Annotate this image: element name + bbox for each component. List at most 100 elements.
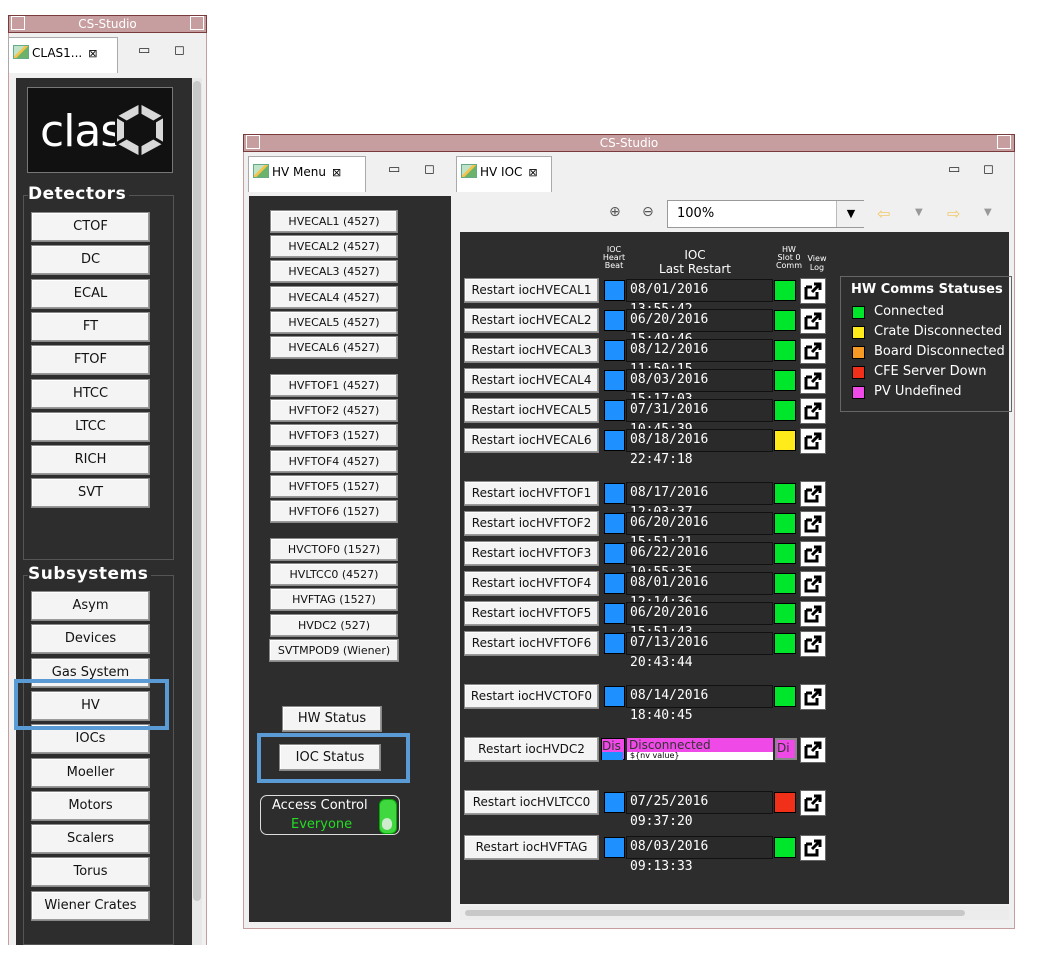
detector-button-ftof[interactable]: FTOF bbox=[31, 345, 150, 376]
hv-button-hvecal2[interactable]: HVECAL2 (4527) bbox=[270, 235, 398, 259]
view-log-button[interactable] bbox=[800, 481, 826, 507]
view-log-button[interactable] bbox=[800, 338, 826, 364]
tab-hv-menu[interactable]: HV Menu ⊠ bbox=[248, 156, 366, 192]
hv-button-hvdc2[interactable]: HVDC2 (527) bbox=[270, 613, 398, 637]
detector-button-ctof[interactable]: CTOF bbox=[31, 212, 150, 242]
detector-button-htcc[interactable]: HTCC bbox=[31, 378, 150, 409]
view-log-button[interactable] bbox=[800, 684, 826, 710]
tab-hv-ioc[interactable]: HV IOC ⊠ bbox=[456, 156, 552, 192]
subsystem-button-scalers[interactable]: Scalers bbox=[31, 824, 150, 855]
hv-menu-maximize-icon[interactable]: ◻ bbox=[424, 162, 435, 177]
hv-button-hvecal4[interactable]: HVECAL4 (4527) bbox=[270, 285, 398, 309]
hv-menu-minimize-icon[interactable]: ▭ bbox=[388, 162, 400, 177]
hv-button-hvftag[interactable]: HVFTAG (1527) bbox=[270, 588, 398, 612]
detector-button-dc[interactable]: DC bbox=[31, 245, 150, 276]
restart-iochvftof6-button[interactable]: Restart iocHVFTOF6 bbox=[464, 631, 599, 656]
view-log-button[interactable] bbox=[800, 541, 826, 567]
close-icon[interactable]: ⊠ bbox=[528, 166, 537, 179]
hv-button-hvftof1[interactable]: HVFTOF1 (4527) bbox=[270, 374, 398, 397]
view-log-button[interactable] bbox=[800, 835, 826, 861]
main-window-maximize-icon[interactable] bbox=[997, 135, 1011, 149]
left-window-titlebar[interactable]: CS-Studio bbox=[8, 15, 207, 33]
main-window-menu-icon[interactable] bbox=[246, 135, 260, 149]
view-log-button[interactable] bbox=[800, 571, 826, 597]
restart-iochvftag-button[interactable]: Restart iocHVFTAG bbox=[464, 835, 599, 860]
view-log-button[interactable] bbox=[800, 428, 826, 454]
hv-button-hvftof5[interactable]: HVFTOF5 (1527) bbox=[270, 474, 398, 498]
restart-iochvftof3-button[interactable]: Restart iocHVFTOF3 bbox=[464, 541, 599, 566]
hv-button-hvftof2[interactable]: HVFTOF2 (4527) bbox=[270, 399, 398, 423]
restart-iochvftof5-button[interactable]: Restart iocHVFTOF5 bbox=[464, 601, 599, 626]
hv-ioc-minimize-icon[interactable]: ▭ bbox=[948, 162, 960, 177]
detector-button-ft[interactable]: FT bbox=[31, 311, 150, 342]
hv-ioc-hscrollbar-thumb[interactable] bbox=[465, 910, 965, 916]
detector-button-svt[interactable]: SVT bbox=[31, 478, 150, 509]
zoom-in-icon[interactable]: ⊕ bbox=[609, 204, 621, 220]
subsystem-button-devices[interactable]: Devices bbox=[31, 624, 150, 655]
hv-button-hvecal6[interactable]: HVECAL6 (4527) bbox=[270, 336, 398, 359]
hv-button-svtmpod9[interactable]: SVTMPOD9 (Wiener) bbox=[269, 638, 399, 662]
minimize-icon[interactable]: ▭ bbox=[138, 43, 150, 58]
restart-iochvecal3-button[interactable]: Restart iocHVECAL3 bbox=[464, 338, 599, 363]
external-link-icon bbox=[804, 312, 822, 330]
restart-iochvftof4-button[interactable]: Restart iocHVFTOF4 bbox=[464, 571, 599, 596]
hv-button-hvftof6[interactable]: HVFTOF6 (1527) bbox=[270, 500, 398, 523]
legend-swatch bbox=[852, 386, 865, 399]
close-icon[interactable]: ⊠ bbox=[332, 166, 341, 179]
restart-iochvecal6-button[interactable]: Restart iocHVECAL6 bbox=[464, 428, 599, 453]
hv-button-hvftof3[interactable]: HVFTOF3 (1527) bbox=[270, 424, 398, 448]
zoom-out-icon[interactable]: ⊖ bbox=[642, 204, 654, 220]
restart-iochvecal2-button[interactable]: Restart iocHVECAL2 bbox=[464, 308, 599, 333]
hv-ioc-maximize-icon[interactable]: ◻ bbox=[983, 162, 994, 177]
subsystem-button-wiener-crates[interactable]: Wiener Crates bbox=[31, 890, 150, 921]
forward-arrow-icon[interactable]: ⇨ bbox=[947, 204, 960, 223]
zoom-dropdown-button[interactable]: ▼ bbox=[836, 201, 865, 227]
left-window-maximize-icon[interactable] bbox=[190, 16, 204, 30]
last-restart-time: 08/01/2016 13:55:42 bbox=[626, 279, 773, 317]
close-icon[interactable]: ⊠ bbox=[88, 47, 97, 60]
maximize-icon[interactable]: ◻ bbox=[174, 43, 185, 58]
hv-button-hvecal5[interactable]: HVECAL5 (4527) bbox=[270, 310, 398, 334]
subsystem-button-moeller[interactable]: Moeller bbox=[31, 757, 150, 788]
forward-dropdown-icon[interactable]: ▼ bbox=[984, 207, 992, 218]
hv-button-hvctof0[interactable]: HVCTOF0 (1527) bbox=[270, 538, 398, 561]
detector-button-ecal[interactable]: ECAL bbox=[31, 278, 150, 309]
view-log-button[interactable] bbox=[800, 368, 826, 394]
hv-button-hvecal3[interactable]: HVECAL3 (4527) bbox=[270, 260, 398, 284]
view-log-button[interactable] bbox=[800, 308, 826, 334]
detector-button-rich[interactable]: RICH bbox=[31, 445, 150, 476]
hv-button-hvltcc0[interactable]: HVLTCC0 (4527) bbox=[270, 563, 398, 587]
restart-iochvdc2-button[interactable]: Restart iocHVDC2 bbox=[464, 737, 599, 762]
back-arrow-icon[interactable]: ⇦ bbox=[877, 204, 890, 223]
view-log-button[interactable] bbox=[800, 511, 826, 537]
view-log-button[interactable] bbox=[800, 398, 826, 424]
left-scrollbar-thumb[interactable] bbox=[193, 81, 201, 901]
restart-iochvecal4-button[interactable]: Restart iocHVECAL4 bbox=[464, 368, 599, 393]
view-log-button[interactable] bbox=[800, 631, 826, 657]
detector-button-ltcc[interactable]: LTCC bbox=[31, 411, 150, 442]
subsystem-button-asym[interactable]: Asym bbox=[31, 591, 150, 621]
view-log-button[interactable] bbox=[800, 790, 826, 816]
restart-iochvftof2-button[interactable]: Restart iocHVFTOF2 bbox=[464, 511, 599, 536]
hv-button-hvecal1[interactable]: HVECAL1 (4527) bbox=[270, 210, 398, 233]
view-log-button[interactable] bbox=[800, 737, 826, 763]
zoom-combo[interactable]: 100% ▼ bbox=[667, 200, 865, 228]
restart-iochvecal5-button[interactable]: Restart iocHVECAL5 bbox=[464, 398, 599, 423]
hw-comm-indicator bbox=[774, 483, 796, 504]
restart-iochvltcc0-button[interactable]: Restart iocHVLTCC0 bbox=[464, 790, 599, 815]
left-window-menu-icon[interactable] bbox=[11, 16, 25, 30]
restart-iochvctof0-button[interactable]: Restart iocHVCTOF0 bbox=[464, 684, 599, 709]
view-log-button[interactable] bbox=[800, 601, 826, 627]
restart-iochvftof1-button[interactable]: Restart iocHVFTOF1 bbox=[464, 481, 599, 506]
main-window-titlebar[interactable]: CS-Studio bbox=[243, 134, 1015, 152]
access-control-toggle[interactable] bbox=[379, 799, 397, 834]
hw-status-button[interactable]: HW Status bbox=[282, 706, 382, 732]
back-dropdown-icon[interactable]: ▼ bbox=[915, 207, 923, 218]
hv-button-hvftof4[interactable]: HVFTOF4 (4527) bbox=[270, 449, 398, 473]
legend-swatch bbox=[852, 326, 865, 339]
subsystem-button-motors[interactable]: Motors bbox=[31, 790, 150, 821]
subsystem-button-torus[interactable]: Torus bbox=[31, 857, 150, 888]
restart-iochvecal1-button[interactable]: Restart iocHVECAL1 bbox=[464, 278, 599, 303]
tab-clas1[interactable]: CLAS1... ⊠ bbox=[8, 37, 118, 73]
view-log-button[interactable] bbox=[800, 278, 826, 304]
